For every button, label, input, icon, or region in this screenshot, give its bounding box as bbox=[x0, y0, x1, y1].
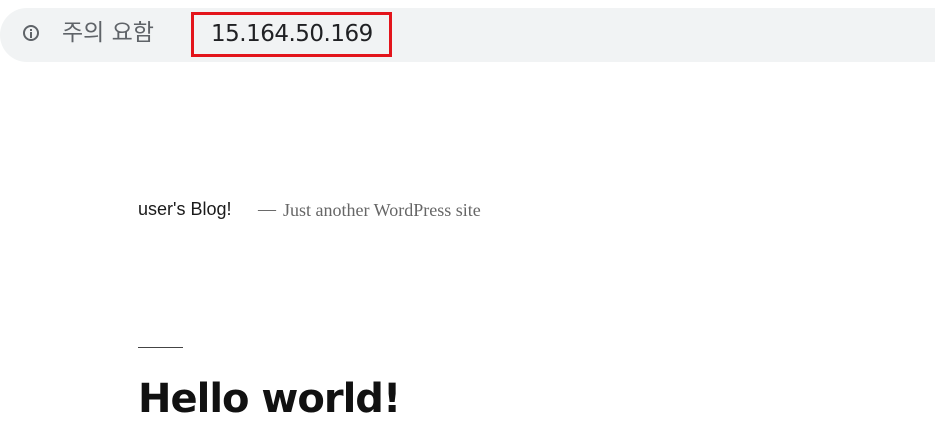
browser-page: 주의 요함 15.164.50.169 user's Blog! — Just … bbox=[0, 0, 939, 431]
post-divider bbox=[138, 347, 183, 348]
site-description: Just another WordPress site bbox=[283, 200, 481, 220]
info-icon-bar bbox=[30, 32, 32, 38]
info-icon-dot bbox=[30, 29, 32, 31]
site-title-separator: — bbox=[258, 199, 276, 219]
site-title[interactable]: user's Blog! bbox=[138, 197, 231, 221]
info-icon[interactable] bbox=[23, 25, 39, 41]
post-title[interactable]: Hello world! bbox=[138, 373, 401, 425]
url-text[interactable]: 15.164.50.169 bbox=[211, 19, 373, 49]
security-warning-label[interactable]: 주의 요함 bbox=[62, 18, 154, 48]
